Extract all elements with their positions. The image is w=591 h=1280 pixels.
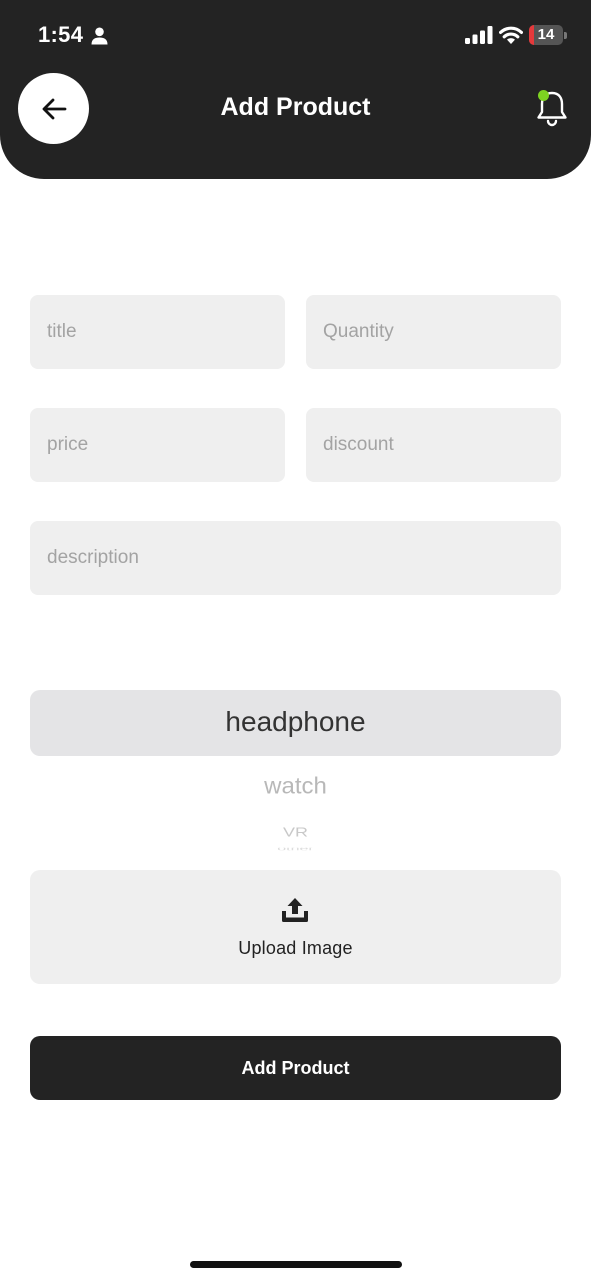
picker-option-selected[interactable]: headphone [0,706,591,738]
description-input[interactable] [30,521,561,595]
home-indicator[interactable] [190,1261,402,1268]
notification-button[interactable] [533,88,571,128]
picker-option[interactable]: VR [0,825,591,840]
picker-option[interactable]: other [0,848,591,850]
battery-icon: 14 [529,25,567,45]
upload-image-button[interactable]: Upload Image [30,870,561,984]
discount-input[interactable] [306,408,561,482]
page-title: Add Product [220,93,371,121]
person-icon [91,27,108,45]
upload-tray-icon [282,898,308,922]
quantity-input[interactable] [306,295,561,369]
title-input[interactable] [30,295,285,369]
signal-icon [465,26,493,44]
battery-level: 14 [537,26,555,43]
status-time: 1:54 [38,22,84,47]
wifi-icon [499,26,523,44]
notification-dot [538,90,549,101]
upload-label: Upload Image [238,938,353,958]
picker-option[interactable]: watch [0,774,591,801]
add-product-button[interactable]: Add Product [30,1036,561,1100]
app-header: 1:54 14 Add Product [0,0,591,179]
price-input[interactable] [30,408,285,482]
